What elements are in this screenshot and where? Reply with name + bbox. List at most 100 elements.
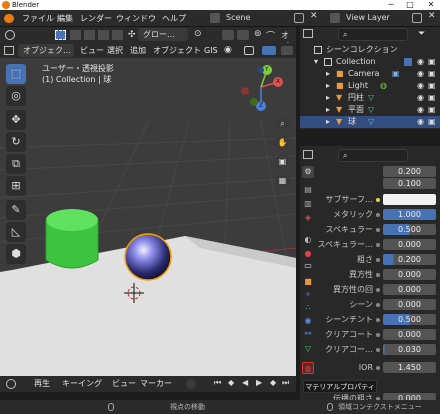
expand-arrow-icon[interactable]: ▸ [326,68,330,80]
outliner-row-sphere[interactable]: ▸ ▼ 球 ▽ ◉ ▣ [300,116,440,128]
property-value-top-2[interactable]: 0.100 [383,178,436,189]
cursor-tool-icon[interactable] [5,30,15,40]
transform-orientation-icon[interactable]: ✣ [128,30,136,40]
cursor-tool-button-icon[interactable]: ◎ [6,86,26,106]
sheen-slider[interactable]: 0.000 [383,299,436,310]
menu-file[interactable]: ファイル [22,10,54,27]
roughness-slider[interactable]: 0.200 [383,254,436,265]
view-layer-tab-icon[interactable]: ◈ [302,212,314,224]
gizmo-icon[interactable] [244,46,254,55]
editor-type-icon[interactable] [4,46,14,55]
minimize-button[interactable]: ─ [384,0,398,10]
timeline-keying-menu[interactable]: キーイング [62,376,102,392]
anisotropic-rotation-slider[interactable]: 0.000 [383,284,436,295]
select-subtract-icon[interactable] [98,30,109,40]
specular-slider[interactable]: 0.500 [383,224,436,235]
next-key-icon[interactable]: ◆ [270,378,276,387]
add-cube-tool-icon[interactable]: ⬢ [6,244,26,264]
select-extend-icon[interactable] [84,30,95,40]
expand-arrow-icon[interactable]: ▾ [314,56,318,68]
snap-target-icon[interactable] [237,30,249,40]
socket-icon[interactable] [376,303,380,307]
select-tool-icon[interactable]: ⬚ [6,64,26,84]
timeline-editor-icon[interactable] [6,379,16,389]
socket-icon[interactable] [376,273,380,277]
material-tab-icon[interactable]: ◍ [302,362,314,374]
prev-key-icon[interactable]: ◆ [228,378,234,387]
camera-restrict-icon[interactable]: ▣ [428,68,436,80]
camera-restrict-icon[interactable]: ▣ [428,116,436,128]
property-value-top-1[interactable]: 0.200 [383,166,436,177]
menu-help[interactable]: ヘルプ [162,10,186,27]
outliner-row-collection[interactable]: ▾ Collection ◉ ▣ [300,56,440,68]
eye-icon[interactable]: ◉ [417,116,424,128]
scene-copy-icon[interactable] [294,13,304,23]
socket-icon[interactable] [376,333,380,337]
scale-tool-icon[interactable]: ⧉ [6,154,26,174]
world-tab-icon[interactable]: ● [302,248,314,260]
constraints-tab-icon[interactable]: ⚯ [302,328,314,340]
eye-icon[interactable]: ◉ [417,68,424,80]
outliner-row-camera[interactable]: ▸ ■ Camera ▣ ◉ ▣ [300,68,440,80]
outliner-row-plane[interactable]: ▸ ▼ 平面 ▽ ◉ ▣ [300,104,440,116]
transform-tool-icon[interactable]: ⊞ [6,176,26,196]
outliner-editor-icon[interactable] [303,29,313,38]
viewport-menu-object[interactable]: オブジェクト [153,43,201,58]
view-layer-name[interactable]: View Layer [342,12,412,25]
outliner-row-scene-collection[interactable]: シーンコレクション [300,44,440,56]
xray-icon[interactable] [281,46,293,55]
falloff-icon[interactable]: ⌒ [266,29,275,42]
3d-viewport[interactable]: ユーザー・透視投影 (1) Collection | 球 ⬚ ◎ ✥ ↻ ⧉ ⊞… [0,58,296,376]
checkbox-icon[interactable] [404,58,412,66]
tool-tab-icon[interactable]: ⚙ [302,166,314,178]
camera-view-icon[interactable]: ▣ [275,154,290,169]
keyframe-record-icon[interactable] [186,379,196,389]
outliner-row-light[interactable]: ▸ ■ Light ◍ ◉ ▣ [300,80,440,92]
snap-icon[interactable] [222,30,234,40]
viewport-menu-add[interactable]: 追加 [130,43,146,58]
physics-tab-icon[interactable]: ◉ [302,315,314,327]
socket-yellow-icon[interactable] [376,198,380,202]
pan-hand-icon[interactable]: ✋ [275,135,290,150]
perspective-grid-icon[interactable]: ▦ [275,173,290,188]
eye-icon[interactable]: ◉ [417,92,424,104]
viewport-menu-gis[interactable]: GIS [204,43,218,58]
proportional-edit-icon[interactable]: ⊚ [254,29,262,39]
zoom-icon[interactable]: ⌕ [275,116,290,131]
transform-orientation-dropdown[interactable]: グロー… [138,28,188,41]
scene-tab-icon[interactable]: ◐ [302,234,314,246]
socket-icon[interactable] [376,366,380,370]
timeline-view-menu[interactable]: ビュー [112,376,136,392]
view-layer-copy-icon[interactable] [412,13,422,23]
maximize-button[interactable]: □ [403,0,417,10]
view-layer-close-icon[interactable]: ✕ [428,11,436,21]
move-tool-icon[interactable]: ✥ [6,110,26,130]
particles-tab-icon[interactable]: ∴ [302,302,314,314]
output-tab-icon[interactable]: ▥ [302,198,314,210]
modifier-tab-icon[interactable]: ✧ [302,289,314,301]
specular-tint-slider[interactable]: 0.000 [383,239,436,250]
jump-end-icon[interactable]: ⏭ [282,378,289,388]
expand-arrow-icon[interactable]: ▸ [326,80,330,92]
play-icon[interactable]: ▶ [256,378,262,387]
eye-icon[interactable]: ◉ [417,104,424,116]
eye-icon[interactable]: ◉ [417,80,424,92]
object-data-tab-icon[interactable]: ▽ [302,343,314,355]
viewport-menu-view[interactable]: ビュー [80,43,104,58]
expand-arrow-icon[interactable]: ▸ [326,104,330,116]
camera-restrict-icon[interactable]: ▣ [428,104,436,116]
menu-edit[interactable]: 編集 [57,10,73,27]
expand-arrow-icon[interactable]: ▸ [326,116,330,128]
metallic-slider[interactable]: 1.000 [383,209,436,220]
clearcoat-roughness-slider[interactable]: 0.030 [383,344,436,355]
socket-icon[interactable] [376,348,380,352]
annotate-tool-icon[interactable]: ✎ [6,200,26,220]
close-button[interactable]: ✕ [424,0,438,10]
socket-icon[interactable] [376,258,380,262]
scene-close-icon[interactable]: ✕ [310,11,318,21]
collection-tab-icon[interactable]: ▭ [302,260,314,272]
camera-restrict-icon[interactable]: ▣ [428,92,436,104]
socket-icon[interactable] [376,288,380,292]
subsurface-color-field[interactable] [383,194,436,205]
socket-icon[interactable] [376,213,380,217]
